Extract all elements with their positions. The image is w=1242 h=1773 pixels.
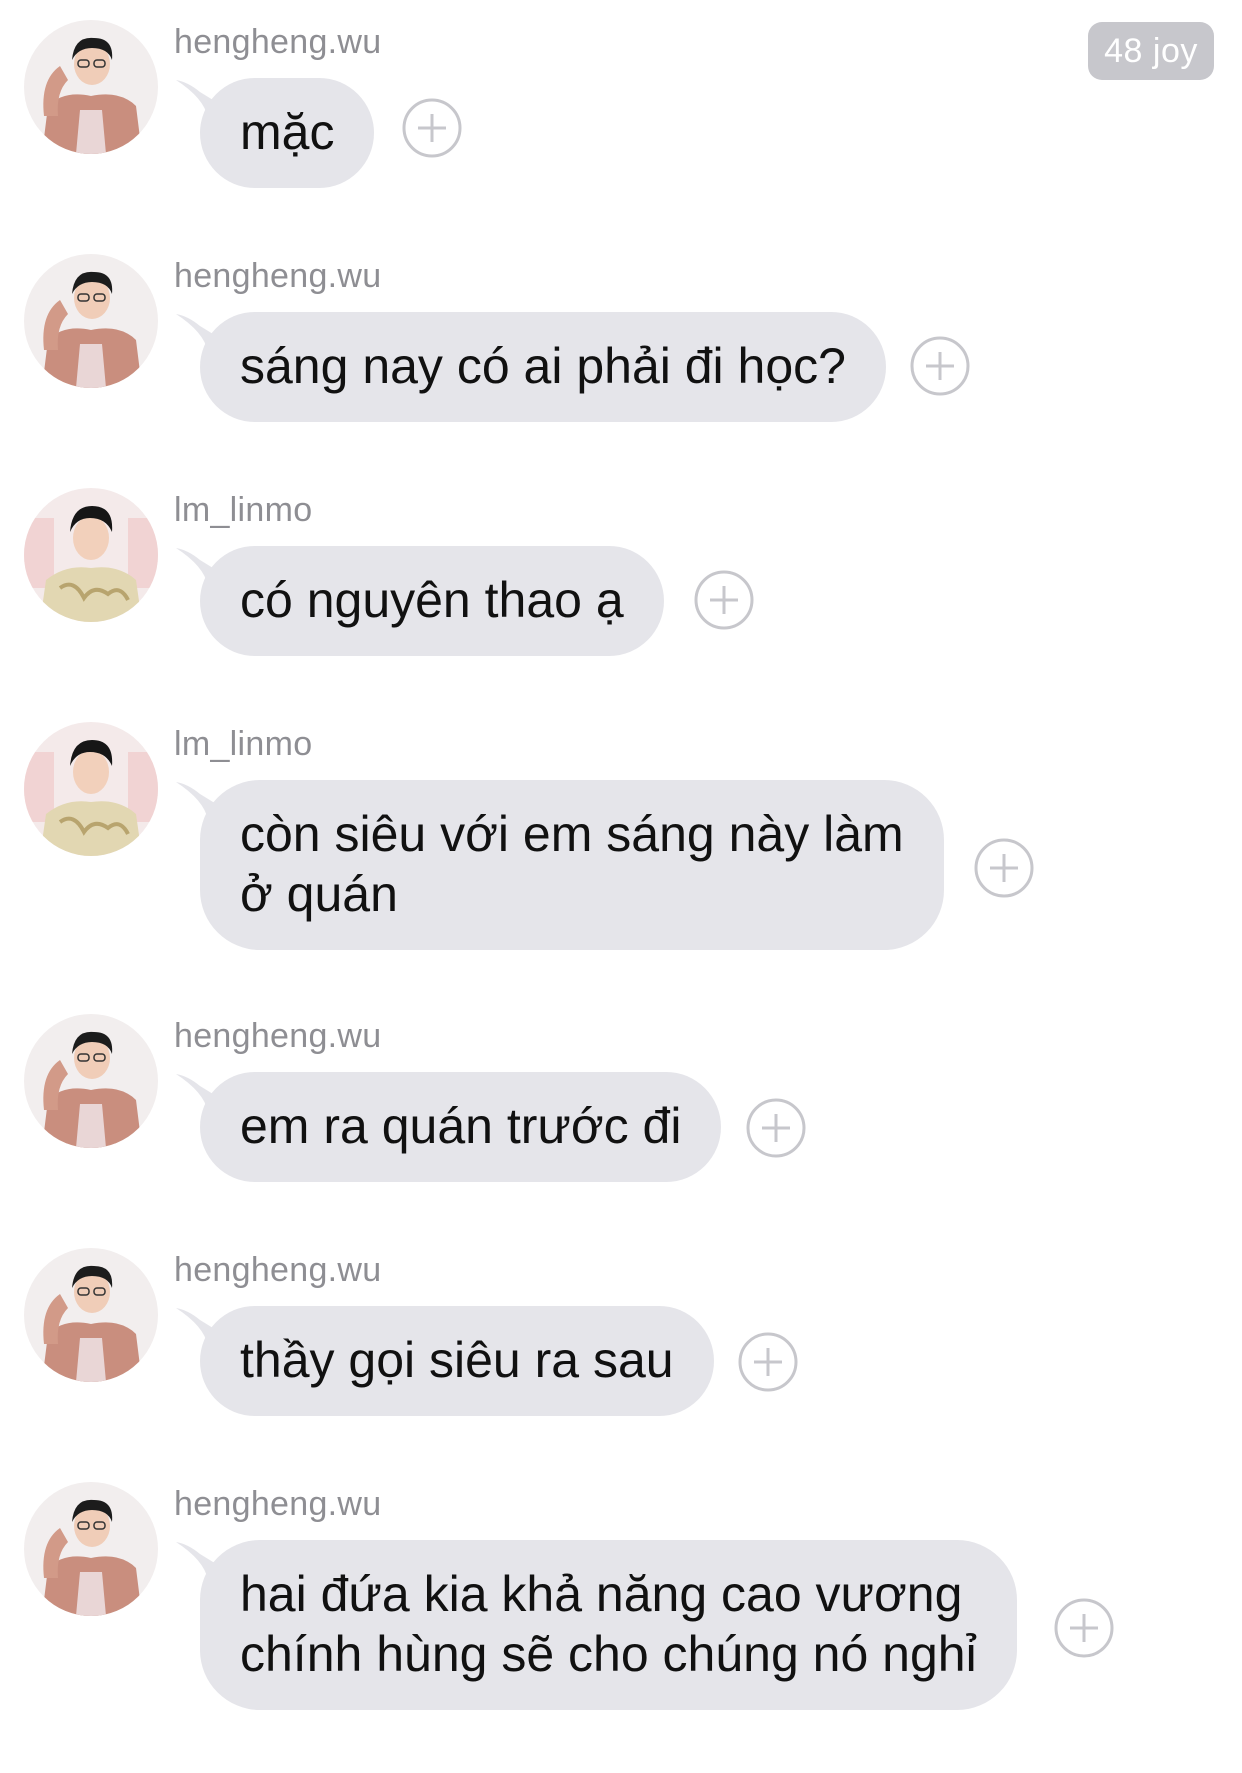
add-reaction-icon[interactable]	[694, 570, 754, 630]
avatar[interactable]	[24, 20, 158, 154]
message-bubble[interactable]: mặc	[200, 78, 375, 188]
message-bubble-wrap: sáng nay có ai phải đi học?	[174, 312, 886, 422]
avatar[interactable]	[24, 488, 158, 622]
username[interactable]: hengheng.wu	[174, 22, 381, 62]
message-bubble[interactable]: em ra quán trước đi	[200, 1072, 722, 1182]
avatar[interactable]	[24, 1482, 158, 1616]
message-bubble[interactable]: hai đứa kia khả năng cao vương chính hùn…	[200, 1540, 1017, 1710]
avatar-hengheng-icon	[24, 1014, 158, 1148]
avatar-hengheng-icon	[24, 20, 158, 154]
badge: 48 joy	[1088, 22, 1214, 80]
message-bubble[interactable]: còn siêu với em sáng này làm ở quán	[200, 780, 944, 950]
username[interactable]: hengheng.wu	[174, 256, 381, 296]
message-bubble-wrap: thầy gọi siêu ra sau	[174, 1306, 714, 1416]
username[interactable]: lm_linmo	[174, 490, 312, 530]
avatar-linmo-icon	[24, 488, 158, 622]
message-bubble[interactable]: sáng nay có ai phải đi học?	[200, 312, 886, 422]
avatar-hengheng-icon	[24, 1248, 158, 1382]
add-reaction-icon[interactable]	[910, 336, 970, 396]
message-bubble-wrap: có nguyên thao ạ	[174, 546, 664, 656]
username[interactable]: hengheng.wu	[174, 1016, 381, 1056]
avatar-hengheng-icon	[24, 254, 158, 388]
avatar-hengheng-icon	[24, 1482, 158, 1616]
add-reaction-icon[interactable]	[1054, 1598, 1114, 1658]
message-bubble-wrap: còn siêu với em sáng này làm ở quán	[174, 780, 944, 950]
add-reaction-icon[interactable]	[746, 1098, 806, 1158]
message-bubble-wrap: em ra quán trước đi	[174, 1072, 722, 1182]
avatar[interactable]	[24, 254, 158, 388]
avatar[interactable]	[24, 1248, 158, 1382]
add-reaction-icon[interactable]	[974, 838, 1034, 898]
avatar[interactable]	[24, 1014, 158, 1148]
message-bubble-wrap: hai đứa kia khả năng cao vương chính hùn…	[174, 1540, 1017, 1710]
add-reaction-icon[interactable]	[402, 98, 462, 158]
avatar-linmo-icon	[24, 722, 158, 856]
username[interactable]: lm_linmo	[174, 724, 312, 764]
message-bubble[interactable]: thầy gọi siêu ra sau	[200, 1306, 714, 1416]
username[interactable]: hengheng.wu	[174, 1250, 381, 1290]
username[interactable]: hengheng.wu	[174, 1484, 381, 1524]
message-bubble-wrap: mặc	[174, 78, 375, 188]
avatar[interactable]	[24, 722, 158, 856]
add-reaction-icon[interactable]	[738, 1332, 798, 1392]
message-bubble[interactable]: có nguyên thao ạ	[200, 546, 664, 656]
